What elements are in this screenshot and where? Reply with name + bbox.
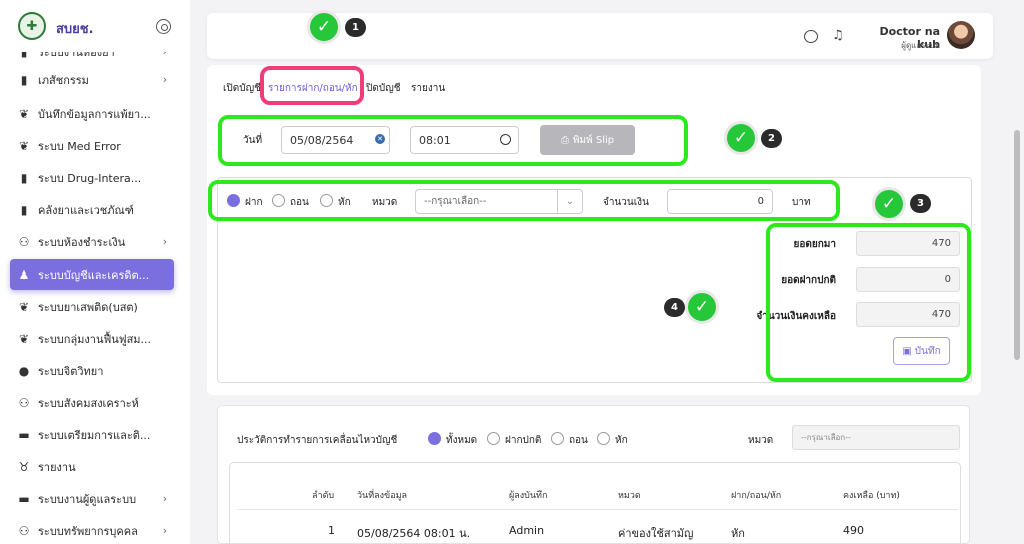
sidebar-item-label: รายงาน [38,460,76,474]
history-category-value: --กรุณาเลือก-- [801,433,851,442]
sidebar-toggle-icon[interactable] [156,19,171,34]
sidebar-header: ✚ สบยช. [0,0,190,52]
hr-icon: ⚇ [18,523,30,538]
social-work-icon: ⚇ [18,395,30,410]
sidebar-item-preparation[interactable]: ▬ ระบบเตรียมการและติ... [10,419,174,450]
tab-report[interactable]: รายงาน [411,81,445,96]
step-badge-number: 2 [761,129,782,148]
sidebar-item-label: ระบบห้องชำระเงิน [38,235,126,249]
table-cell-no: 1 [328,524,335,537]
chevron-right-icon: › [162,524,168,537]
sidebar-item-label: บันทึกข้อมูลการแพ้ยา... [38,107,151,121]
table-cell-category: ค่าของใช้สามัญ [618,527,694,540]
sidebar-item-pharmacy[interactable]: ▮ เภสัชกรรม › [10,64,174,95]
sidebar-item-label: ระบบ Med Error [38,139,121,153]
sidebar-item-label: ระบบยาเสพติด(บสต) [38,300,138,314]
allergy-icon: ❦ [18,106,30,121]
sidebar-item-rehab[interactable]: ❦ ระบบกลุ่มงานฟื้นฟูสม... [10,323,174,354]
radio-history-withdraw-label: ถอน [569,435,588,446]
radio-history-deduct-label: หัก [615,435,628,446]
pharmacy-icon: ▮ [20,72,28,87]
sidebar-item-cashier[interactable]: ⚇ ระบบห้องชำระเงิน › [10,226,174,257]
tab-open-account[interactable]: เปิดบัญชี [223,81,261,96]
radio-history-withdraw[interactable] [551,432,564,445]
admin-icon: ▬ [18,491,30,506]
sidebar-item-label: ระบบจิตวิทยา [38,364,104,378]
check-badge-icon: ✓ [307,10,341,44]
table-cell-type: หัก [731,527,745,540]
sidebar-item-med-error[interactable]: ❦ ระบบ Med Error [10,130,174,161]
chevron-right-icon: › [162,492,168,505]
sidebar-item-label: ระบบ Drug-Intera... [38,171,142,185]
history-category-label: หมวด [748,435,774,446]
drug-interaction-icon: ▮ [20,170,28,185]
psychology-icon: ● [18,363,30,378]
radio-history-deposit-label: ฝากปกติ [505,435,542,446]
sidebar-item-label: เภสัชกรรม [38,73,89,87]
table-cell-balance: 490 [843,524,864,537]
sidebar-item-social-work[interactable]: ⚇ ระบบสังคมสงเคราะห์ [10,387,174,418]
table-divider [236,509,958,510]
warehouse-icon: ▮ [20,202,28,217]
tab-close-account[interactable]: ปิดบัญชี [366,81,401,96]
sidebar-item-narcotic[interactable]: ❦ ระบบยาเสพติด(บสต) [10,291,174,322]
med-error-icon: ❦ [18,138,30,153]
app-title: สบยช. [56,22,94,37]
column-header: คงเหลือ (บาท) [843,491,900,501]
transaction-highlight-box [208,180,840,221]
sidebar: ▮ ระบบงานห้องยา › ▮ เภสัชกรรม › ❦ บันทึก… [0,0,190,544]
history-title: ประวัติการทำรายการเคลื่อนไหวบัญชี [237,435,398,446]
radio-history-deposit[interactable] [487,432,500,445]
column-header: ลำดับ [312,491,335,501]
sidebar-item-report[interactable]: ♉ รายงาน [10,451,174,482]
sidebar-item-label: ระบบสังคมสงเคราะห์ [38,396,139,410]
column-header: หมวด [618,491,641,501]
chevron-right-icon: › [162,235,168,248]
bell-icon[interactable]: ♫ [832,28,844,43]
summary-highlight-box [766,223,971,382]
logo-icon: ✚ [18,12,46,40]
step-badge-number: 3 [910,194,931,213]
preparation-icon: ▬ [18,427,30,442]
sidebar-item-psychology[interactable]: ● ระบบจิตวิทยา [10,355,174,386]
sidebar-item-label: ระบบกลุ่มงานฟื้นฟูสม... [38,332,152,346]
date-highlight-box [218,115,688,166]
account-icon: ♟ [18,267,30,282]
sidebar-item-drug-interaction[interactable]: ▮ ระบบ Drug-Intera... [10,162,174,193]
radio-history-deduct[interactable] [597,432,610,445]
table-cell-date: 05/08/2564 08:01 น. [357,527,471,540]
sidebar-item-admin[interactable]: ▬ ระบบงานผู้ดูแลระบบ › [10,483,174,514]
rehab-icon: ❦ [18,331,30,346]
tab-highlight-box [260,66,364,105]
step-badge-number: 4 [664,298,685,317]
sidebar-item-label: ระบบเตรียมการและติ... [38,428,151,442]
table-cell-recorder: Admin [509,524,545,537]
check-badge-icon: ✓ [724,121,758,155]
sidebar-item-label: ระบบบัญชีและเครดิต... [38,268,150,282]
narcotic-icon: ❦ [18,299,30,314]
sidebar-item-label: คลังยาและเวชภัณฑ์ [38,203,134,217]
sidebar-item-allergy[interactable]: ❦ บันทึกข้อมูลการแพ้ยา... [10,98,174,129]
step-badge-number: 1 [345,18,366,37]
check-badge-icon: ✓ [685,290,719,324]
sidebar-item-label: ระบบทรัพยากรบุคคล [38,524,138,538]
radio-history-all-label: ทั้งหมด [446,435,478,446]
user-role: ผู้ดูแลระบบ [901,41,940,50]
avatar[interactable] [947,21,975,49]
chat-icon[interactable] [804,30,818,43]
column-header: ผู้ลงบันทึก [509,491,548,501]
history-category-select[interactable]: --กรุณาเลือก-- [792,425,960,450]
sidebar-item-label: ระบบงานผู้ดูแลระบบ [38,492,137,506]
radio-history-all[interactable] [428,432,441,445]
column-header: ฝาก/ถอน/หัก [731,491,782,501]
report-icon: ♉ [18,459,30,474]
column-header: วันที่ลงข้อมูล [357,491,408,501]
cashier-icon: ⚇ [18,234,30,249]
sidebar-item-hr[interactable]: ⚇ ระบบทรัพยากรบุคคล › [10,515,174,544]
check-badge-icon: ✓ [872,187,906,221]
sidebar-item-warehouse[interactable]: ▮ คลังยาและเวชภัณฑ์ [10,194,174,225]
chevron-right-icon: › [162,73,168,86]
sidebar-item-account-credit[interactable]: ♟ ระบบบัญชีและเครดิต... [10,259,174,290]
page-scrollbar[interactable] [1014,130,1020,360]
